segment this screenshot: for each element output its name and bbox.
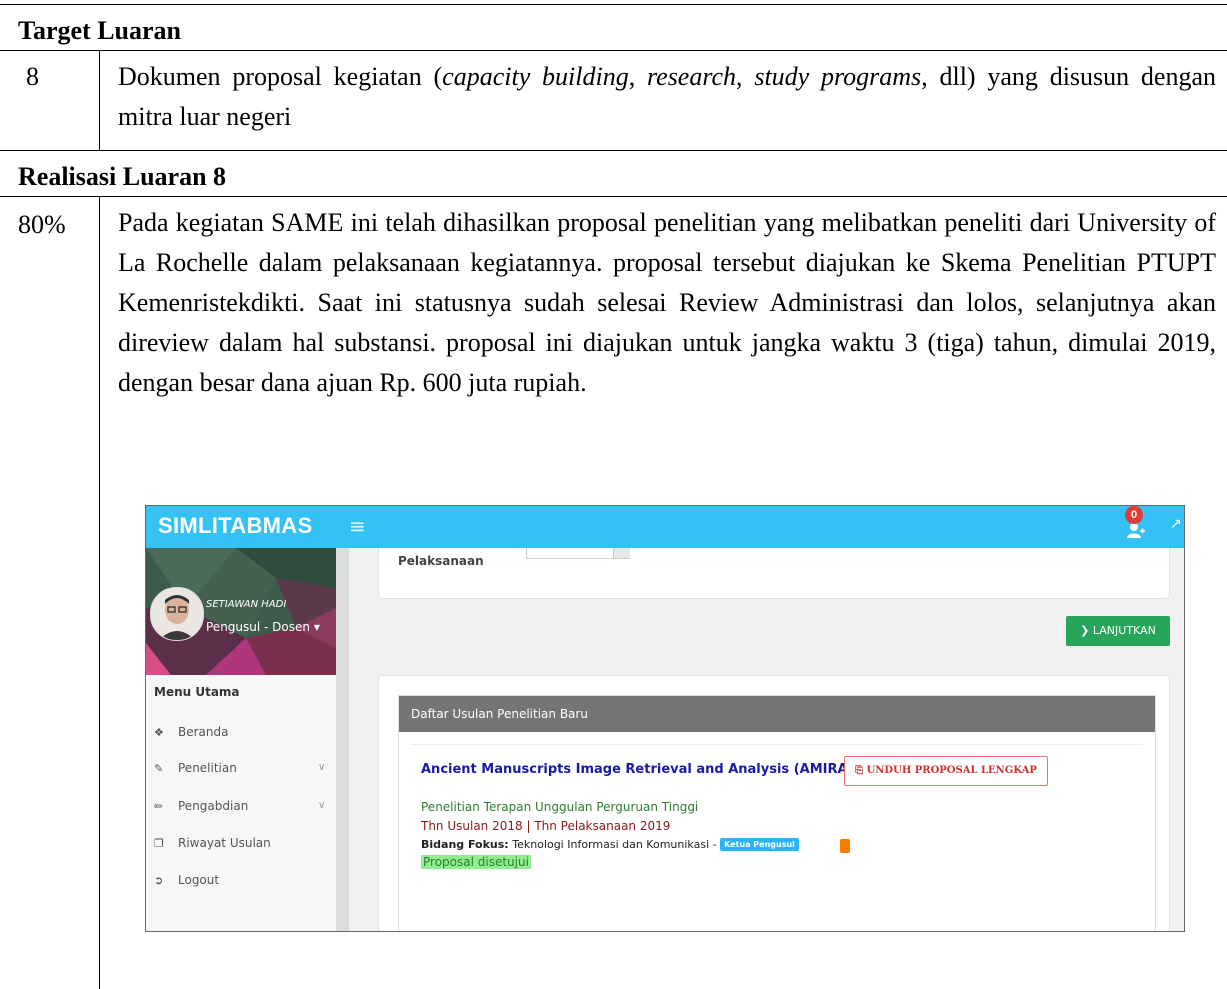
years-text: Thn Usulan 2018 | Thn Pelaksanaan 2019 bbox=[421, 819, 671, 833]
embedded-screenshot: SIMLITABMAS ≡ 0 ↗ SETIAWAN HADI Pengusul… bbox=[145, 505, 1185, 932]
table-top-rule bbox=[0, 4, 1227, 5]
sidebar-item-pengabdian[interactable]: ✏ Pengabdian bbox=[154, 799, 248, 813]
top-bar: SIMLITABMAS ≡ 0 ↗ bbox=[146, 506, 1184, 548]
sidebar-item-penelitian[interactable]: ✎ Penelitian bbox=[154, 761, 237, 775]
target-description: Dokumen proposal kegiatan (capacity buil… bbox=[118, 62, 1217, 131]
pencil-icon: ✏ bbox=[154, 800, 164, 813]
sidebar-item-riwayat-usulan[interactable]: ❐ Riwayat Usulan bbox=[154, 836, 271, 850]
table-rule bbox=[0, 196, 1227, 197]
sidebar-item-beranda[interactable]: ❖ Beranda bbox=[154, 725, 228, 739]
target-heading: Target Luaran bbox=[18, 16, 181, 45]
brand-logo[interactable]: SIMLITABMAS bbox=[158, 513, 312, 539]
role-badge: Ketua Pengusul bbox=[720, 838, 799, 851]
profile-banner: SETIAWAN HADI Pengusul - Dosen ▾ bbox=[146, 548, 336, 675]
bidang-fokus: Bidang Fokus: Teknologi Informasi dan Ko… bbox=[421, 838, 799, 851]
column-divider bbox=[99, 196, 100, 989]
logout-icon: ➲ bbox=[154, 874, 164, 887]
fullscreen-icon[interactable]: ↗ bbox=[1170, 516, 1182, 532]
sidebar-item-logout[interactable]: ➲ Logout bbox=[154, 873, 219, 887]
user-name: SETIAWAN HADI bbox=[206, 599, 287, 610]
pelaksanaan-select[interactable] bbox=[526, 548, 630, 559]
sidebar: SETIAWAN HADI Pengusul - Dosen ▾ Menu Ut… bbox=[146, 548, 336, 931]
divider bbox=[411, 744, 1143, 745]
column-divider bbox=[99, 50, 100, 150]
skema-text: Penelitian Terapan Unggulan Perguruan Ti… bbox=[421, 800, 699, 814]
realisasi-percent: 80% bbox=[18, 210, 66, 239]
user-add-icon[interactable] bbox=[1127, 522, 1145, 538]
realisasi-heading: Realisasi Luaran 8 bbox=[18, 162, 227, 191]
download-proposal-button[interactable]: ⎘ UNDUH PROPOSAL LENGKAP bbox=[844, 756, 1048, 786]
hamburger-menu-icon[interactable]: ≡ bbox=[349, 514, 366, 538]
table-rule bbox=[0, 50, 1227, 51]
user-role-dropdown[interactable]: Pengusul - Dosen ▾ bbox=[206, 620, 320, 634]
avatar[interactable] bbox=[150, 587, 204, 641]
pdf-icon: ⎘ bbox=[855, 765, 864, 776]
proposal-title-link[interactable]: Ancient Manuscripts Image Retrieval and … bbox=[421, 762, 854, 777]
chevron-right-icon: ❯ bbox=[1080, 624, 1090, 637]
panel-title: Daftar Usulan Penelitian Baru bbox=[399, 696, 1155, 732]
sidebar-scrollbar[interactable] bbox=[336, 548, 349, 931]
caret-down-icon: ▾ bbox=[313, 620, 320, 634]
field-label: Pelaksanaan bbox=[398, 554, 484, 568]
target-number: 8 bbox=[26, 62, 39, 91]
main-content: Pelaksanaan ❯ LANJUTKAN Daftar Usulan Pe… bbox=[349, 548, 1184, 931]
home-icon: ❖ bbox=[154, 726, 164, 739]
chevron-down-icon[interactable]: ∨ bbox=[318, 800, 325, 811]
form-card: Pelaksanaan bbox=[378, 548, 1170, 599]
menu-heading: Menu Utama bbox=[154, 685, 240, 699]
realisasi-description: Pada kegiatan SAME ini telah dihasilkan … bbox=[118, 208, 1216, 397]
copy-icon: ❐ bbox=[154, 837, 164, 850]
proposal-list-card: Daftar Usulan Penelitian Baru Ancient Ma… bbox=[378, 675, 1170, 931]
chevron-down-icon[interactable]: ∨ bbox=[318, 762, 325, 773]
table-rule bbox=[0, 150, 1227, 151]
edit-icon: ✎ bbox=[154, 762, 164, 775]
proposal-panel: Daftar Usulan Penelitian Baru Ancient Ma… bbox=[398, 695, 1156, 931]
continue-button[interactable]: ❯ LANJUTKAN bbox=[1066, 616, 1170, 646]
status-indicator bbox=[840, 839, 850, 853]
notification-badge: 0 bbox=[1125, 506, 1143, 524]
status-badge: Proposal disetujui bbox=[421, 855, 531, 869]
select-arrow[interactable] bbox=[613, 548, 630, 558]
